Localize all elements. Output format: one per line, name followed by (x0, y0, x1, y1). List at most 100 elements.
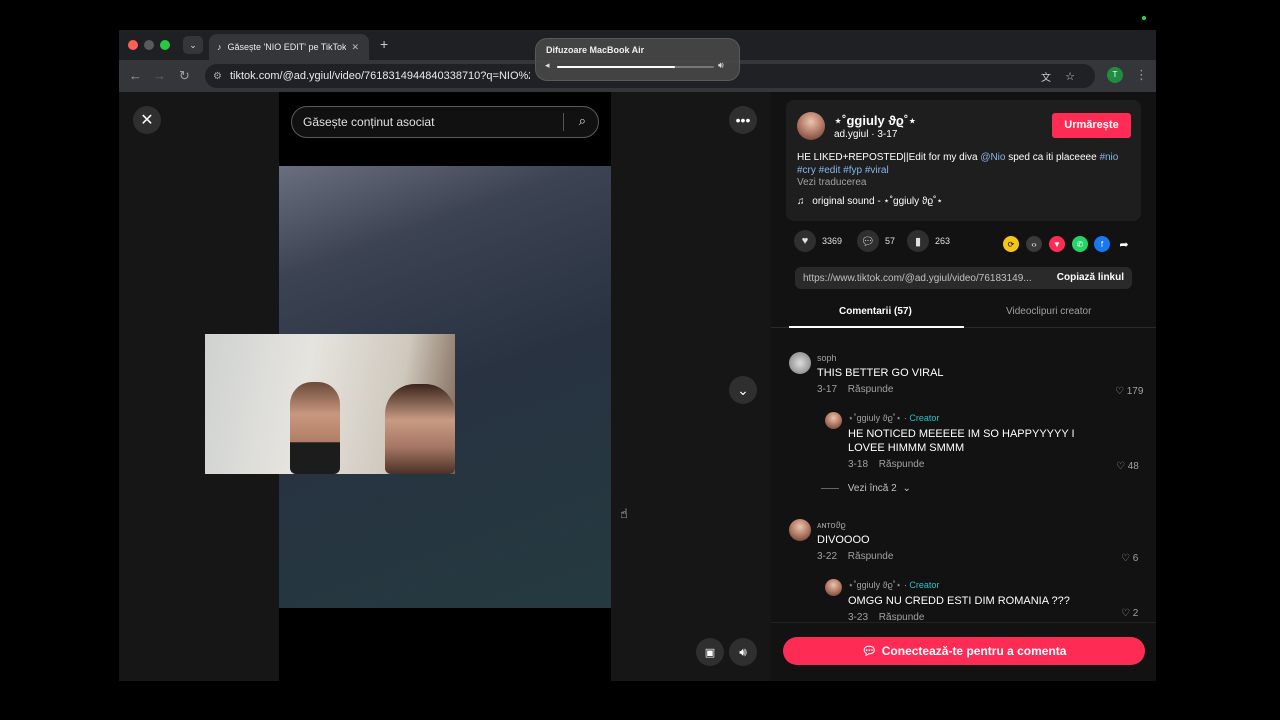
comment-date: 3-23 (848, 612, 869, 621)
comment-likes[interactable]: ♡ 2 (1121, 608, 1138, 619)
comment-likes[interactable]: ♡ 179 (1115, 386, 1143, 397)
author-handle-date: ad.ygiul · 3-17 (834, 129, 898, 140)
comment-bubble-icon: 💬︎ (861, 644, 877, 658)
comment-author[interactable]: ⋆˚ggiuly ϑϱ˚⋆ (848, 413, 901, 423)
more-options-button[interactable]: ••• (729, 106, 757, 134)
hashtag-links[interactable]: #cry #edit #fyp #viral (797, 165, 889, 176)
comment-reply: ⋆˚ggiuly ϑϱ˚⋆ · Creator OMGG NU CREDD ES… (848, 580, 1108, 621)
volume-button[interactable]: 🔊︎ (729, 638, 757, 666)
page-content: ✕ Găsește conținut asociat ⌕ ••• ⌄ ▣ 🔊︎ … (119, 92, 1156, 681)
tab-creator-videos[interactable]: Videoclipuri creator (1006, 306, 1091, 317)
video-pip-image (205, 334, 455, 474)
copy-link-button[interactable]: Copiază linkul (1057, 272, 1124, 283)
comment-count: 57 (885, 236, 896, 246)
login-to-comment-button[interactable]: 💬︎ Conectează-te pentru a comenta (783, 637, 1145, 665)
heart-outline-icon: ♡ (1116, 461, 1125, 472)
comment-author[interactable]: ᴀɴᴛᴏϑϱ (817, 520, 1117, 530)
profile-avatar[interactable]: T (1107, 67, 1123, 83)
browser-tab[interactable]: ♪ Găsește 'NIO EDIT' pe TikTok ✕ (209, 34, 369, 60)
close-tab-icon[interactable]: ✕ (352, 42, 360, 53)
bookmark-icon[interactable]: ▮ (907, 230, 929, 252)
send-share-icon[interactable]: ▼ (1049, 236, 1065, 252)
browser-window: ⌄ ♪ Găsește 'NIO EDIT' pe TikTok ✕ + ← →… (119, 30, 1156, 681)
reply-button[interactable]: Răspunde (848, 384, 894, 395)
tab-comments[interactable]: Comentarii (57) (839, 306, 912, 317)
music-note-icon: ♫ (797, 196, 805, 207)
creator-badge: Creator (909, 580, 940, 590)
heart-outline-icon: ♡ (1121, 608, 1130, 619)
mention-link[interactable]: @Nio (980, 152, 1005, 163)
sound-row[interactable]: ♫ original sound - ⋆˚ggiuly ϑϱ˚⋆ (797, 196, 943, 207)
video-link-text: https://www.tiktok.com/@ad.ygiul/video/7… (803, 272, 1032, 284)
comment-likes[interactable]: ♡ 6 (1121, 553, 1138, 564)
related-search-input[interactable]: Găsește conținut asociat ⌕ (291, 106, 599, 138)
avatar[interactable] (789, 352, 811, 374)
tiktok-favicon-icon: ♪ (217, 42, 222, 52)
back-icon[interactable]: ← (129, 68, 142, 83)
avatar[interactable] (789, 519, 811, 541)
comment-text: DIVOOOO (817, 534, 870, 546)
avatar[interactable] (825, 412, 842, 429)
more-share-icon[interactable]: ➦ (1116, 236, 1132, 252)
comment-stat[interactable]: 💬︎ 57 (857, 230, 895, 252)
comment-icon[interactable]: 💬︎ (857, 230, 879, 252)
heart-outline-icon: ♡ (1121, 553, 1130, 564)
whatsapp-share-icon[interactable]: ✆ (1072, 236, 1088, 252)
comments-tabs: Comentarii (57) Videoclipuri creator (771, 298, 1156, 328)
close-window-button[interactable] (128, 40, 138, 50)
comment-likes[interactable]: ♡ 48 (1116, 461, 1139, 472)
author-handle[interactable]: ad.ygiul (834, 129, 868, 140)
browser-menu-icon[interactable]: ⋮ (1135, 67, 1148, 83)
post-date: 3-17 (877, 129, 898, 140)
details-sidebar: ⋆˚ggiuly ϑϱ˚⋆ ad.ygiul · 3-17 Urmărește … (771, 92, 1156, 681)
save-count: 263 (935, 236, 951, 246)
sound-output-title: Difuzoare MacBook Air (546, 45, 645, 55)
volume-slider[interactable] (557, 66, 714, 68)
new-tab-icon[interactable]: + (380, 36, 388, 52)
repost-share-icon[interactable]: ⟳ (1003, 236, 1019, 252)
view-more-replies[interactable]: Vezi încă 2 ⌄ (821, 483, 911, 494)
hashtag-link[interactable]: #nio (1099, 152, 1118, 163)
maximize-window-button[interactable] (160, 40, 170, 50)
bookmark-star-icon[interactable]: ☆ (1065, 70, 1075, 83)
author-avatar[interactable] (797, 112, 825, 140)
pip-mode-button[interactable]: ▣ (696, 638, 724, 666)
reload-icon[interactable]: ↻ (179, 68, 190, 84)
tab-search-icon[interactable]: ⌄ (183, 36, 203, 54)
chevron-down-icon: ⌄ (902, 483, 911, 494)
sound-output-popup: Difuzoare MacBook Air ◂ 🔊︎ (535, 38, 740, 81)
like-stat[interactable]: ♥ 3369 (794, 230, 842, 252)
follow-button[interactable]: Urmărește (1052, 113, 1131, 138)
facebook-share-icon[interactable]: f (1094, 236, 1110, 252)
comment-author[interactable]: ⋆˚ggiuly ϑϱ˚⋆ (848, 580, 901, 590)
volume-slider-fill (557, 66, 675, 68)
reply-button[interactable]: Răspunde (879, 612, 925, 621)
reply-button[interactable]: Răspunde (848, 551, 894, 562)
next-video-button[interactable]: ⌄ (729, 376, 757, 404)
video-link-box[interactable]: https://www.tiktok.com/@ad.ygiul/video/7… (795, 267, 1132, 289)
embed-share-icon[interactable]: ‹› (1026, 236, 1042, 252)
author-display-name[interactable]: ⋆˚ggiuly ϑϱ˚⋆ (834, 113, 916, 129)
tab-title: Găsește 'NIO EDIT' pe TikTok (227, 42, 346, 52)
close-video-button[interactable]: ✕ (133, 106, 161, 134)
minimize-window-button[interactable] (144, 40, 154, 50)
caption: HE LIKED+REPOSTED||Edit for my diva @Nio… (797, 152, 1119, 176)
save-stat[interactable]: ▮ 263 (907, 230, 950, 252)
comment-date: 3-18 (848, 459, 869, 470)
comment-author[interactable]: soph (817, 353, 1117, 363)
creator-badge: Creator (909, 413, 940, 423)
site-settings-icon[interactable]: ⚙ (213, 71, 222, 82)
heart-icon[interactable]: ♥ (794, 230, 816, 252)
translate-link[interactable]: Vezi traducerea (797, 177, 867, 188)
avatar[interactable] (825, 579, 842, 596)
volume-high-icon: 🔊︎ (718, 60, 724, 70)
reply-button[interactable]: Răspunde (879, 459, 925, 470)
translate-icon[interactable]: 文 (1041, 69, 1051, 84)
author-card: ⋆˚ggiuly ϑϱ˚⋆ ad.ygiul · 3-17 Urmărește … (786, 100, 1141, 221)
search-divider (563, 113, 564, 131)
search-placeholder: Găsește conținut asociat (303, 115, 435, 129)
comment-text: THIS BETTER GO VIRAL (817, 367, 944, 379)
comment-login-bar: 💬︎ Conectează-te pentru a comenta (771, 622, 1156, 681)
forward-icon[interactable]: → (153, 68, 166, 83)
search-icon[interactable]: ⌕ (579, 113, 586, 129)
